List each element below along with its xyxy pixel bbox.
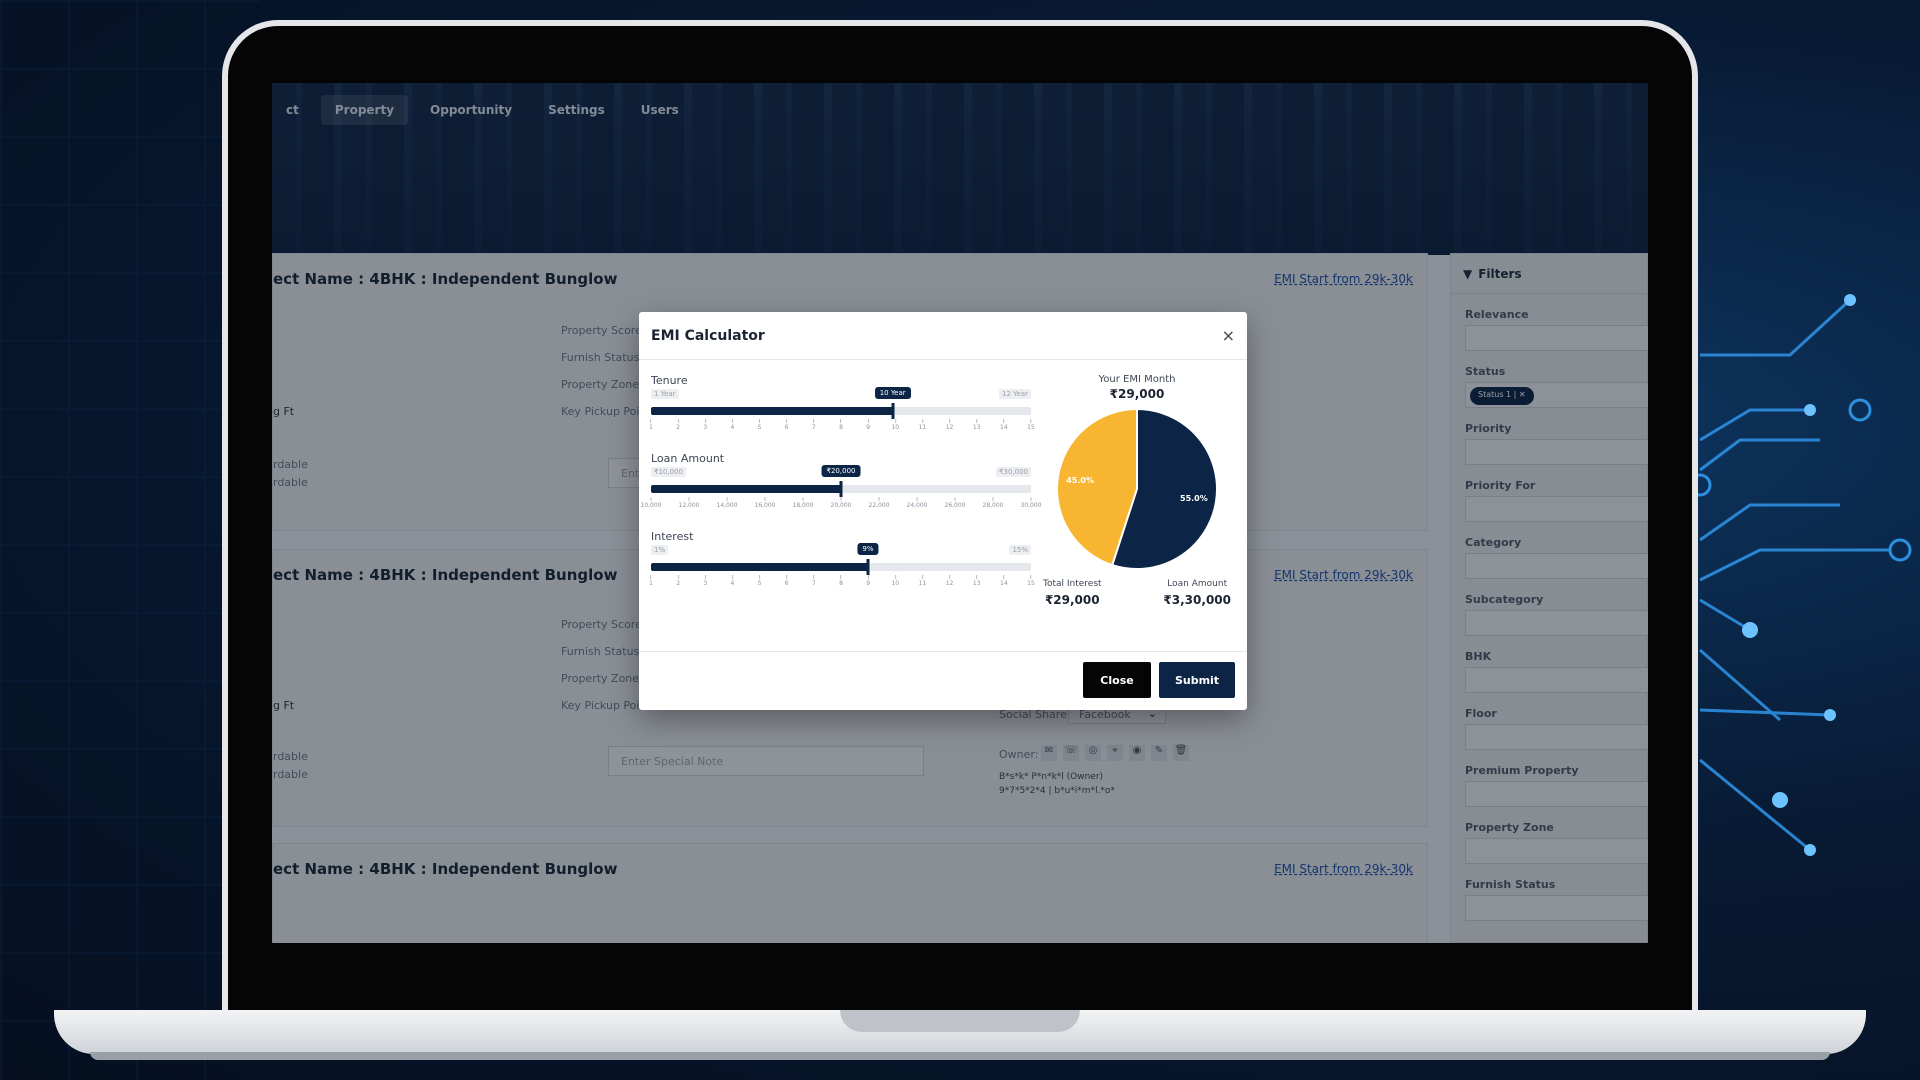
modal-header: EMI Calculator × — [639, 312, 1247, 360]
interest-tick-label: 5 — [758, 575, 762, 587]
tenure-label: Tenure — [651, 374, 688, 387]
emi-summary: Your EMI Month ₹29,000 45.0% 55.0% Total … — [1039, 374, 1235, 607]
pie-slice-label: 45.0% — [1066, 476, 1094, 485]
tenure-tick-label: 12 — [946, 419, 954, 431]
tenure-slider-thumb[interactable] — [891, 403, 895, 419]
tenure-max-label: 12 Year — [999, 389, 1031, 399]
tenure-tick-label: 11 — [919, 419, 927, 431]
loan-tick-label: 16,000 — [755, 497, 776, 509]
interest-slider[interactable] — [651, 559, 1031, 575]
modal-title: EMI Calculator — [651, 327, 765, 344]
emi-stats: Total Interest ₹29,000 Loan Amount ₹3,30… — [1039, 579, 1235, 607]
close-icon[interactable]: × — [1222, 326, 1235, 345]
emi-pie-chart: 45.0% 55.0% — [1056, 407, 1218, 570]
tenure-slider[interactable] — [651, 403, 1031, 419]
loan-ticks: 10,000 12,000 14,000 16,000 18,000 20,000 22,0… — [641, 497, 1042, 511]
interest-max-label: 15% — [1009, 545, 1031, 555]
interest-tick-label: 3 — [703, 575, 707, 587]
tenure-tick-label: 5 — [758, 419, 762, 431]
loan-tick-label: 18,000 — [793, 497, 814, 509]
interest-range-labels: 1% 9% 15% — [651, 543, 1031, 557]
interest-tick-label: 8 — [839, 575, 843, 587]
emi-calculator-modal: EMI Calculator × Tenure 1 Year 10 Year 1… — [639, 312, 1247, 710]
tenure-ticks: 1 2 3 4 5 6 7 8 9 10 11 12 13 14 15 — [649, 419, 1035, 433]
tenure-tick-label: 7 — [812, 419, 816, 431]
circuit-decoration — [1688, 294, 1912, 856]
tenure-tick-label: 14 — [1000, 419, 1008, 431]
interest-slider-thumb[interactable] — [866, 559, 870, 575]
interest-tick-label: 12 — [946, 575, 954, 587]
tenure-tick-label: 1 — [649, 419, 653, 431]
loan-tick-label: 14,000 — [717, 497, 738, 509]
loan-amount-stat: Loan Amount ₹3,30,000 — [1163, 579, 1231, 607]
tenure-tick-label: 15 — [1027, 419, 1035, 431]
interest-tick-label: 11 — [919, 575, 927, 587]
tenure-tick-label: 6 — [785, 419, 789, 431]
loan-slider[interactable] — [651, 481, 1031, 497]
tenure-tick-label: 8 — [839, 419, 843, 431]
interest-tick-label: 9 — [866, 575, 870, 587]
loan-tick-label: 12,000 — [679, 497, 700, 509]
interest-slider-fill — [651, 563, 868, 571]
interest-ticks: 1 2 3 4 5 6 7 8 9 10 11 12 13 14 15 — [649, 575, 1035, 589]
tenure-tick-label: 2 — [676, 419, 680, 431]
pie-slice-label: 55.0% — [1180, 494, 1208, 503]
loan-slider-fill — [651, 485, 841, 493]
tenure-range-labels: 1 Year 10 Year 12 Year — [651, 387, 1031, 401]
total-interest-value: ₹29,000 — [1044, 593, 1100, 607]
loan-tick-label: 22,000 — [869, 497, 890, 509]
loan-value-badge: ₹20,000 — [821, 465, 861, 477]
loan-amount-label: Loan Amount — [651, 452, 725, 465]
interest-slider-group: Interest 1% 9% 15% 1 2 3 4 5 6 7 8 9 10 11 12 13 14 15 — [649, 530, 1035, 589]
interest-tick-label: 10 — [891, 575, 899, 587]
loan-slider-thumb[interactable] — [839, 481, 843, 497]
interest-tick-label: 6 — [785, 575, 789, 587]
interest-tick-label: 13 — [973, 575, 981, 587]
interest-value-badge: 9% — [857, 543, 879, 555]
total-interest-stat: Total Interest ₹29,000 — [1043, 579, 1102, 607]
interest-tick-label: 4 — [731, 575, 735, 587]
loan-amount-value: ₹3,30,000 — [1163, 593, 1231, 607]
interest-min-label: 1% — [651, 545, 669, 555]
tenure-tick-label: 4 — [731, 419, 735, 431]
tenure-min-label: 1 Year — [651, 389, 679, 399]
tenure-tick-label: 3 — [703, 419, 707, 431]
tenure-tick-label: 13 — [973, 419, 981, 431]
loan-tick-label: 26,000 — [945, 497, 966, 509]
loan-slider-group: Loan Amount ₹10,000 ₹20,000 ₹30,000 10,0… — [641, 452, 1042, 511]
tenure-tick-label: 10 — [891, 419, 899, 431]
interest-tick-label: 2 — [676, 575, 680, 587]
loan-min-label: ₹10,000 — [651, 467, 686, 477]
laptop-notch — [840, 1010, 1080, 1032]
loan-tick-label: 24,000 — [907, 497, 928, 509]
loan-range-labels: ₹10,000 ₹20,000 ₹30,000 — [651, 465, 1031, 479]
submit-button[interactable]: Submit — [1159, 662, 1235, 698]
loan-tick-label: 28,000 — [983, 497, 1004, 509]
close-button[interactable]: Close — [1083, 662, 1151, 698]
modal-body: Tenure 1 Year 10 Year 12 Year 1234567891… — [639, 360, 1247, 652]
interest-label: Interest — [651, 530, 694, 543]
tenure-value-badge: 10 Year — [874, 387, 911, 399]
tenure-tick-label: 9 — [866, 419, 870, 431]
interest-tick-label: 15 — [1027, 575, 1035, 587]
loan-tick-label: 20,000 — [831, 497, 852, 509]
interest-tick-label: 1 — [649, 575, 653, 587]
tenure-slider-group: Tenure 1 Year 10 Year 12 Year 1234567891… — [649, 374, 1035, 433]
tenure-slider-fill — [651, 407, 893, 415]
laptop-foot — [90, 1052, 1830, 1060]
total-interest-caption: Total Interest — [1043, 579, 1102, 589]
emi-caption: Your EMI Month — [1098, 374, 1176, 385]
loan-tick-label: 10,000 — [641, 497, 662, 509]
modal-footer: Close Submit — [1083, 662, 1235, 698]
background-pattern — [0, 0, 260, 1080]
loan-amount-caption: Loan Amount — [1167, 579, 1228, 589]
interest-tick-label: 14 — [1000, 575, 1008, 587]
emi-value: ₹29,000 — [1109, 387, 1165, 401]
loan-max-label: ₹30,000 — [996, 467, 1031, 477]
interest-tick-label: 7 — [812, 575, 816, 587]
